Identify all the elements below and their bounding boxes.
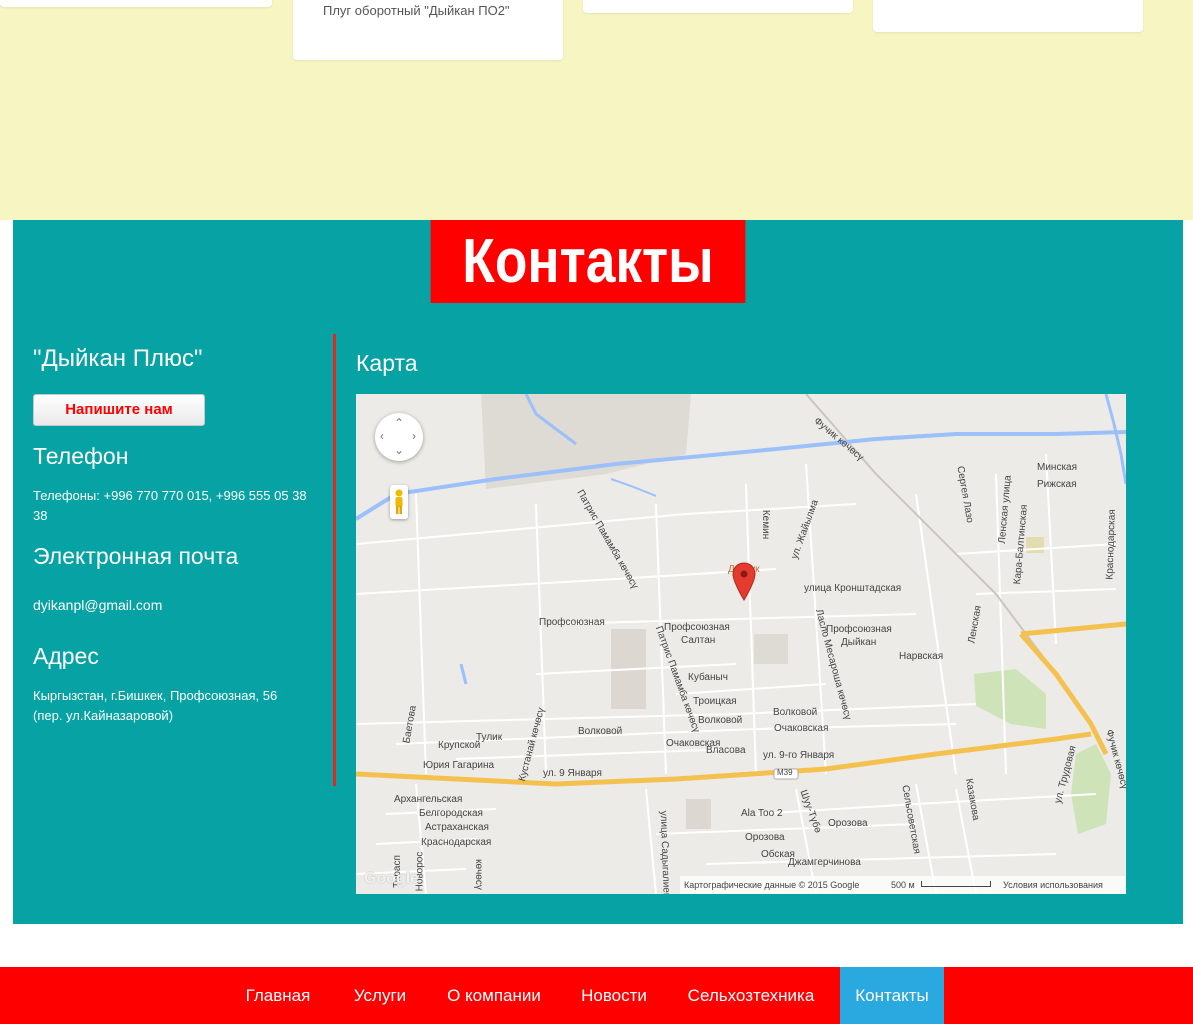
map-label: Власова [706,745,746,756]
map-label: Волковой [578,726,623,737]
map-label: Орозова [745,832,785,843]
map-label: Дыйкан [841,637,877,648]
map-label: Салтан [681,635,716,646]
pegman-icon [395,489,403,514]
map-label: Рижская [1037,479,1077,490]
map-label: Краснодарская [421,837,492,848]
map-label: Белгородская [419,808,483,819]
pan-right-icon[interactable]: › [412,429,416,443]
pan-up-icon[interactable]: ⌃ [394,416,404,430]
map-roads [356,394,1126,894]
map-label: Кемин [760,509,772,540]
write-us-button[interactable]: Напишите нам [33,394,205,426]
contacts-section: Контакты "Дыйкан Плюс" Напишите нам Теле… [13,220,1183,924]
product-card[interactable] [873,0,1143,32]
products-section: Плуг оборотный "Дыйкан ПО2" [0,0,1193,220]
email-text[interactable]: dyikanpl@gmail.com [33,595,308,615]
product-caption[interactable]: Плуг оборотный "Дыйкан ПО2" [323,3,510,18]
product-card[interactable] [583,0,853,13]
pan-down-icon[interactable]: ⌄ [394,443,404,457]
google-logo[interactable]: Google [364,870,419,888]
nav-item-home[interactable]: Главная [233,967,323,1024]
map-label: Джамгерчинова [788,857,861,868]
map-badge: M39 [777,768,793,777]
map-terms-link[interactable]: Условия использования [1003,880,1103,890]
map-pan-control[interactable]: ⌃ ‹ › ⌄ [375,413,423,461]
map-label: Профсоюзная [826,624,892,635]
column-divider [333,334,336,786]
map-label: Очаковская [774,723,829,734]
map-heading: Карта [356,350,418,376]
phone-heading: Телефон [33,443,129,469]
map-label: Кубаныч [688,672,728,683]
pin-marker-icon [732,562,756,601]
email-heading: Электронная почта [33,543,239,569]
map-label: Астраханская [425,822,489,833]
phone-text: Телефоны: +996 770 770 015, +996 555 05 … [33,488,307,523]
map-label: ул. 9 Января [543,768,602,779]
product-card[interactable] [0,0,272,7]
map-label: көчөсү [472,859,484,890]
company-name: "Дыйкан Плюс" [33,345,203,372]
map-label: Волковой [773,707,818,718]
contacts-title: Контакты [430,220,746,303]
nav-item-contacts[interactable]: Контакты [840,967,944,1024]
map-label: Крупской [438,740,481,751]
map-label: улица Кронштадская [804,583,902,594]
map-attribution: Картографические данные © 2015 Google [684,880,860,890]
nav-item-services[interactable]: Услуги [340,967,420,1024]
map-attribution-bar: Картографические данные © 2015 Google 50… [680,876,1126,894]
map-scale-bar [921,881,991,887]
nav-item-news[interactable]: Новости [568,967,660,1024]
map-label: Нарвская [899,651,944,662]
map-label: Архангельская [394,794,463,805]
address-heading: Адрес [33,643,99,669]
map-label: Юрия Гагарина [423,760,495,771]
map-label: ул. 9-го Января [763,750,835,761]
map-label: Профсоюзная [539,617,605,628]
map-label: Волковой [698,715,743,726]
map-label: Орозова [828,818,868,829]
nav-item-agri-machinery[interactable]: Сельхозтехника [676,967,826,1024]
product-card[interactable]: Плуг оборотный "Дыйкан ПО2" [293,0,563,60]
street-view-pegman-icon[interactable] [390,485,408,519]
map-label: Ala Too 2 [741,808,783,819]
map-label: Троицкая [693,696,737,707]
footer-nav: Главная Услуги О компании Новости Сельхо… [0,967,1193,1024]
map-label: Тулик [476,732,503,743]
map-label: Минская [1037,462,1078,473]
map-scale-label[interactable]: 500 м [891,880,915,890]
map-label: Профсоюзная [664,622,730,633]
pan-left-icon[interactable]: ‹ [380,429,384,443]
nav-item-about[interactable]: О компании [435,967,553,1024]
google-map[interactable]: M39 Минская Рижская Кемин ул. Жайылма Се… [356,394,1126,894]
address-text: Кыргызстан, г.Бишкек, Профсоюзная, 56 (п… [33,688,278,723]
